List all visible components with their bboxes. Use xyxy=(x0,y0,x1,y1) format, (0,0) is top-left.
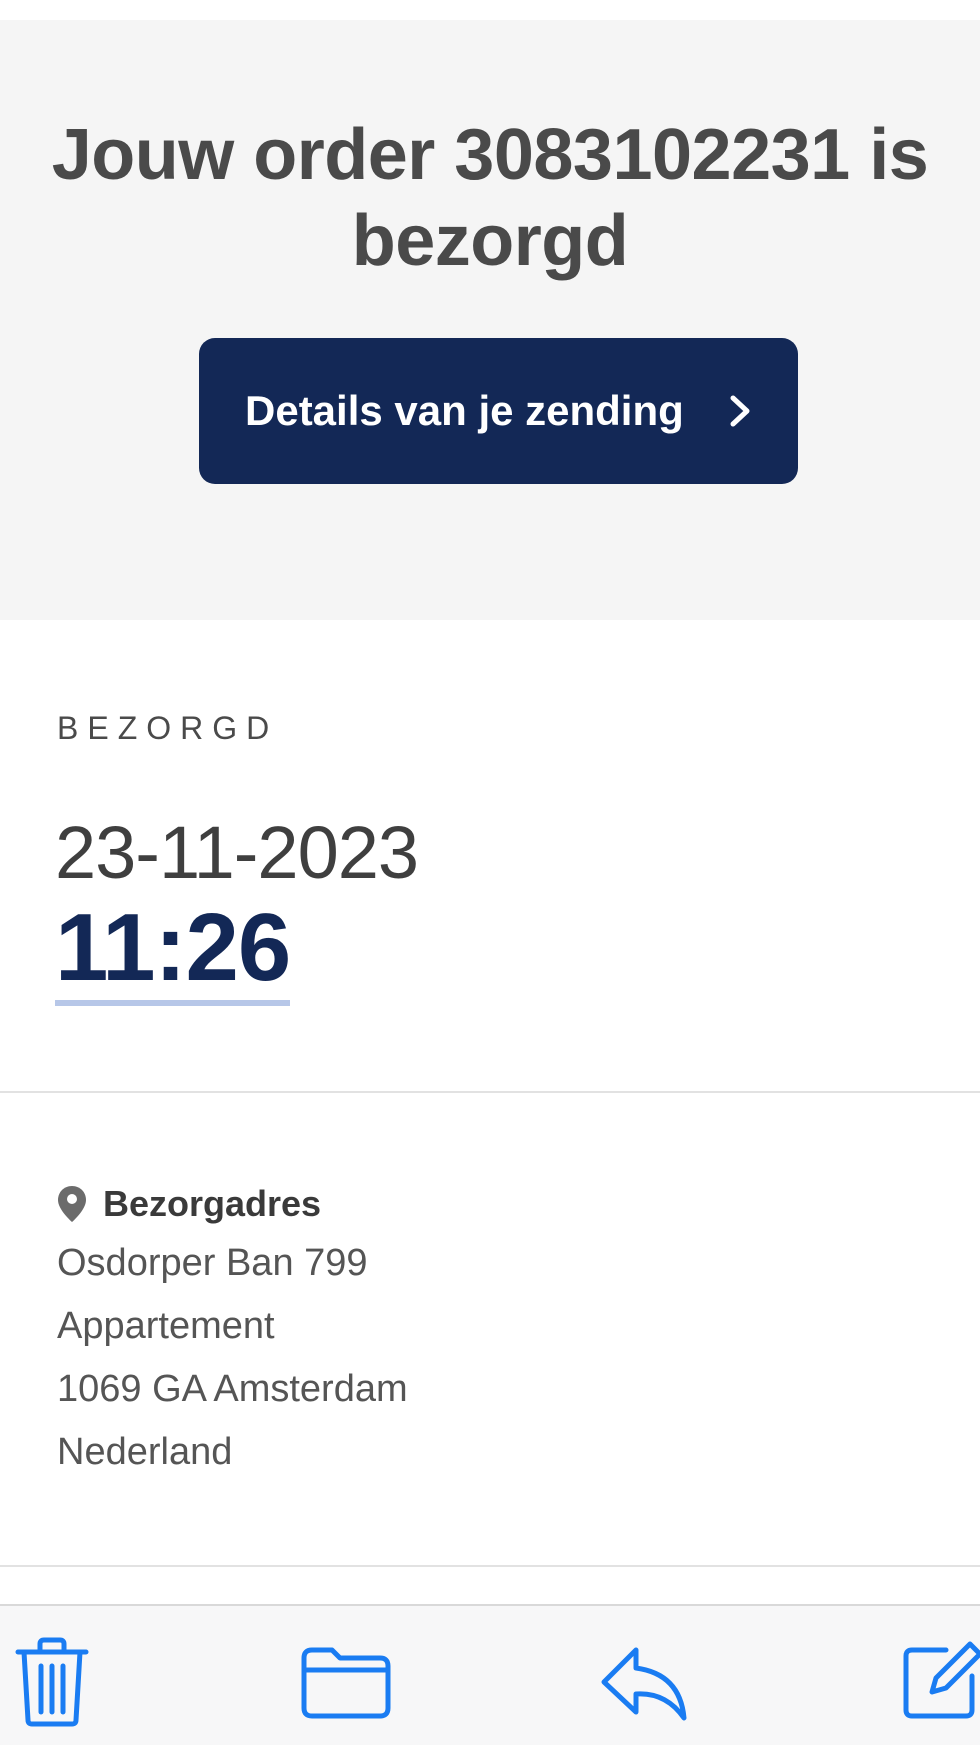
folder-icon xyxy=(301,1647,391,1719)
section-divider xyxy=(0,1565,980,1567)
address-line-city: 1069 GA Amsterdam xyxy=(57,1368,408,1410)
location-pin-icon xyxy=(58,1186,86,1222)
compose-button[interactable] xyxy=(902,1640,980,1725)
address-line-unit: Appartement xyxy=(57,1305,275,1347)
section-divider xyxy=(0,1091,980,1093)
address-heading-label: Bezorgadres xyxy=(103,1183,322,1224)
shipment-details-button[interactable]: Details van je zending xyxy=(199,338,798,484)
address-heading: Bezorgadres xyxy=(57,1183,321,1225)
mail-toolbar xyxy=(0,1604,980,1745)
trash-button[interactable] xyxy=(14,1636,90,1733)
delivery-time-link[interactable]: 11:26 xyxy=(55,898,291,1006)
delivery-status-label: BEZORGD xyxy=(57,710,279,746)
delivery-date: 23-11-2023 xyxy=(55,811,419,894)
address-line-street: Osdorper Ban 799 xyxy=(57,1242,368,1284)
address-line-country: Nederland xyxy=(57,1431,233,1473)
chevron-right-icon xyxy=(730,395,750,427)
compose-icon xyxy=(903,1641,980,1719)
reply-button[interactable] xyxy=(600,1644,690,1729)
trash-icon xyxy=(15,1637,89,1727)
reply-icon xyxy=(601,1647,687,1721)
order-title: Jouw order 3083102231 is bezorgd xyxy=(51,115,929,281)
order-hero: Jouw order 3083102231 is bezorgd Details… xyxy=(0,20,980,620)
shipment-details-label: Details van je zending xyxy=(245,387,684,434)
move-to-folder-button[interactable] xyxy=(300,1646,392,1725)
